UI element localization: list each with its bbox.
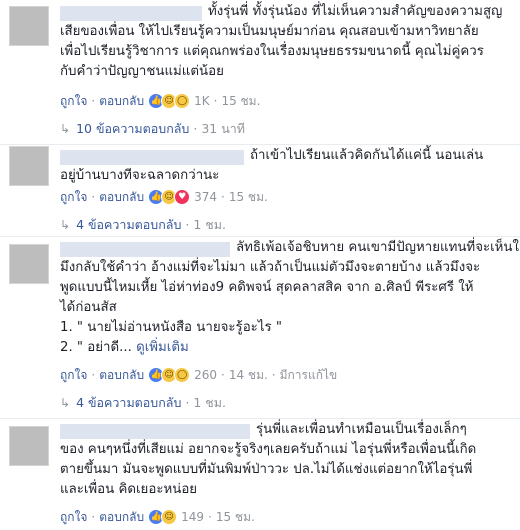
reply-link[interactable]: ตอบกลับ bbox=[99, 188, 144, 207]
reply-link[interactable]: ตอบกลับ bbox=[99, 366, 144, 385]
avatar[interactable] bbox=[9, 6, 49, 46]
comment-time[interactable]: 15 ชม. bbox=[221, 92, 260, 111]
divider bbox=[0, 144, 520, 145]
reply-link[interactable]: ตอบกลับ bbox=[99, 508, 144, 527]
like-link[interactable]: ถูกใจ bbox=[60, 92, 87, 111]
comment-thread: ทั้งรุ่นพี่ ทั้งรุ่นน้อง ที่ไม่เห็นความส… bbox=[0, 0, 520, 530]
comment-actions: ถูกใจ · ตอบกลับ 👍 ☺ ◯ 260 · 14 ชม. · มีก… bbox=[60, 366, 337, 384]
reply-arrow-icon: ↳ bbox=[60, 396, 71, 410]
view-replies-link[interactable]: ↳ 4 ข้อความตอบกลับ · 1 ชม. bbox=[60, 216, 226, 234]
comment-text: รุ่นพี่และเพื่อนทำเหมือนเป็นเรื่องเล็กๆ … bbox=[60, 422, 477, 497]
reaction-summary[interactable]: 👍 ☺ 149 bbox=[148, 509, 204, 525]
divider bbox=[0, 236, 520, 237]
reply-link[interactable]: ตอบกลับ bbox=[99, 92, 144, 111]
reaction-count: 1K bbox=[194, 94, 210, 108]
reaction-summary[interactable]: 👍 ☺ ◯ 1K bbox=[148, 93, 210, 109]
comment-text: ถ้าเข้าไปเรียนแล้วคิดกันได้แค่นี้ นอนเล่… bbox=[60, 148, 484, 183]
reaction-count: 374 bbox=[194, 190, 218, 204]
reaction-summary[interactable]: 👍 ☺ ◯ 260 bbox=[148, 367, 217, 383]
comment-time[interactable]: 15 ชม. bbox=[229, 188, 268, 207]
like-link[interactable]: ถูกใจ bbox=[60, 188, 87, 207]
reply-arrow-icon: ↳ bbox=[60, 218, 71, 232]
view-replies-link[interactable]: ↳ 10 ข้อความตอบกลับ · 31 นาที bbox=[60, 120, 245, 138]
haha-reaction-icon: ☺ bbox=[161, 509, 178, 525]
comment-time[interactable]: 14 ชม. bbox=[229, 366, 268, 385]
avatar[interactable] bbox=[9, 244, 49, 284]
comment-time[interactable]: 15 ชม. bbox=[216, 508, 255, 527]
avatar[interactable] bbox=[9, 146, 49, 186]
edited-label[interactable]: มีการแก้ไข bbox=[280, 366, 338, 385]
comment-actions: ถูกใจ · ตอบกลับ 👍 ☺ 149 · 15 ชม. bbox=[60, 508, 255, 526]
see-more-link[interactable]: ดูเพิ่มเติม bbox=[136, 340, 189, 355]
reaction-summary[interactable]: 👍 ☺ ♥ 374 bbox=[148, 189, 217, 205]
comment-text: ลัทธิเพ้อเจ้อชิบหาย คนเขามีปัญหายแทนที่จ… bbox=[60, 240, 520, 355]
love-reaction-icon: ♥ bbox=[174, 189, 191, 205]
reply-arrow-icon: ↳ bbox=[60, 122, 71, 136]
divider bbox=[0, 418, 520, 419]
avatar[interactable] bbox=[9, 426, 49, 466]
reaction-count: 260 bbox=[194, 368, 218, 382]
wow-reaction-icon: ◯ bbox=[174, 367, 191, 383]
comment-text: ทั้งรุ่นพี่ ทั้งรุ่นน้อง ที่ไม่เห็นความส… bbox=[60, 4, 503, 79]
comment-actions: ถูกใจ · ตอบกลับ 👍 ☺ ♥ 374 · 15 ชม. bbox=[60, 188, 268, 206]
comment-actions: ถูกใจ · ตอบกลับ 👍 ☺ ◯ 1K · 15 ชม. bbox=[60, 92, 260, 110]
like-link[interactable]: ถูกใจ bbox=[60, 508, 87, 527]
wow-reaction-icon: ◯ bbox=[174, 93, 191, 109]
reaction-count: 149 bbox=[181, 510, 205, 524]
view-replies-link[interactable]: ↳ 4 ข้อความตอบกลับ · 1 ชม. bbox=[60, 394, 226, 412]
like-link[interactable]: ถูกใจ bbox=[60, 366, 87, 385]
